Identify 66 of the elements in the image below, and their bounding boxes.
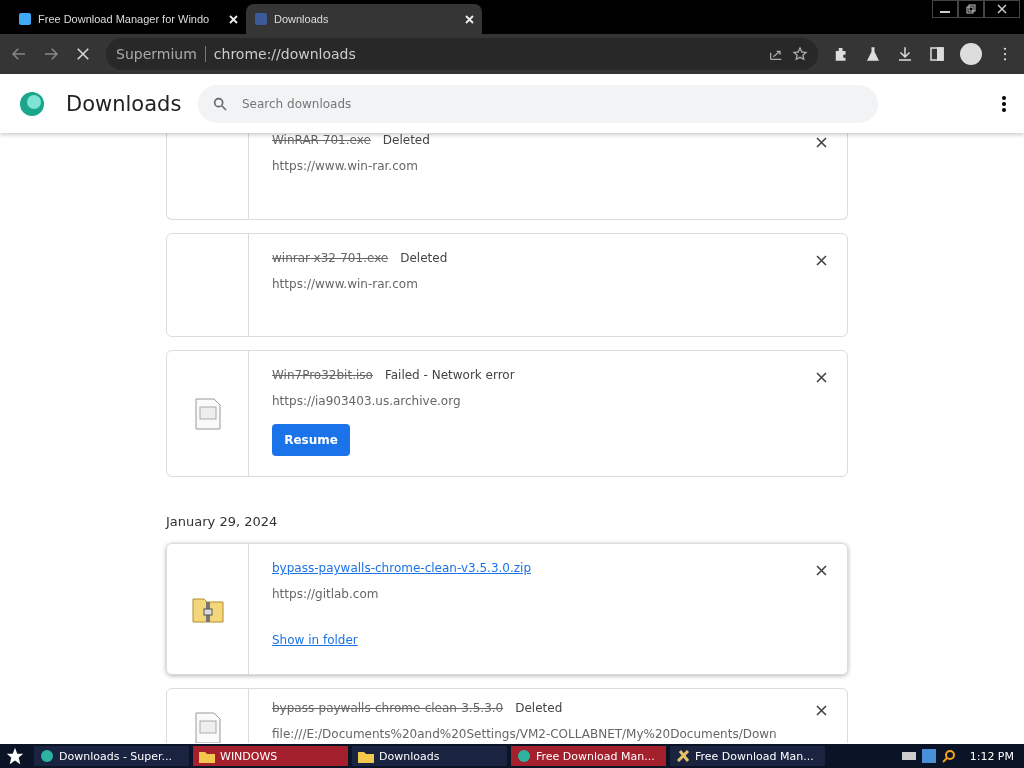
taskbar-label: Free Download Man... <box>536 749 655 763</box>
file-name: bypass-paywalls-chrome-clean-3.5.3.0 <box>272 701 504 715</box>
zip-folder-icon <box>191 595 224 623</box>
close-icon[interactable] <box>816 705 827 716</box>
network-icon[interactable] <box>921 749 936 763</box>
taskbar-item[interactable]: Free Download Man... <box>511 746 666 766</box>
browser-tab[interactable]: Free Download Manager for Windo <box>10 4 246 34</box>
download-status: Deleted <box>382 133 430 147</box>
logo-icon <box>18 89 46 118</box>
source-url: file:///E:/Documents%20and%20Settings/VM2-COLLABNET/My%20Documents/Down <box>272 727 778 741</box>
taskbar-label: Downloads - Super... <box>59 749 173 763</box>
download-status: Deleted <box>515 701 563 715</box>
date-heading: January 29, 2024 <box>166 513 279 531</box>
folder-icon <box>358 749 374 763</box>
search-field[interactable]: Search downloads <box>198 84 878 123</box>
close-icon[interactable] <box>816 372 827 383</box>
browser-icon <box>40 749 54 763</box>
keyboard-icon[interactable] <box>901 752 916 760</box>
download-status: Failed - Network error <box>384 368 515 382</box>
file-name[interactable]: bypass-paywalls-chrome-clean-v3.5.3.0.zip <box>272 561 532 575</box>
file-name: WinRAR-701.exe <box>272 133 371 147</box>
file-icon <box>194 397 221 430</box>
tab-favicon-icon <box>254 12 268 26</box>
tab-favicon-icon <box>18 12 32 26</box>
close-icon[interactable] <box>816 137 827 148</box>
taskbar-label: Downloads <box>379 749 440 763</box>
url-text: chrome://downloads <box>213 46 357 62</box>
more-options-icon[interactable] <box>1002 95 1006 112</box>
source-url: https://ia903403.us.archive.org <box>272 394 462 408</box>
source-url: https://www.win-rar.com <box>272 277 419 291</box>
search-icon[interactable] <box>941 749 956 763</box>
taskbar-item[interactable]: Free Download Man... <box>670 746 825 766</box>
source-url: https://www.win-rar.com <box>272 159 419 173</box>
tab-title: Free Download Manager for Windo <box>38 13 211 25</box>
tool-icon <box>676 749 690 763</box>
taskbar-label: Free Download Man... <box>695 749 814 763</box>
taskbar-item[interactable]: Downloads - Super... <box>34 746 189 766</box>
folder-icon <box>199 749 215 763</box>
taskbar-item[interactable]: WINDOWS <box>193 746 348 766</box>
download-status: Deleted <box>400 251 448 265</box>
stop-icon[interactable] <box>74 45 92 63</box>
clock: 1:12 PM <box>969 749 1014 763</box>
taskbar-item[interactable]: Downloads <box>352 746 507 766</box>
show-in-folder-link[interactable]: Show in folder <box>272 633 358 647</box>
browser-name: Supermium <box>116 46 197 62</box>
file-name: Win7Pro32bit.iso <box>272 368 373 382</box>
profile-avatar[interactable] <box>960 43 982 65</box>
tab-title: Downloads <box>274 13 330 25</box>
forward-icon[interactable] <box>42 45 60 63</box>
star-icon[interactable] <box>792 46 808 62</box>
file-name: winrar-x32-701.exe <box>272 251 389 265</box>
flask-icon[interactable] <box>864 45 882 63</box>
back-icon[interactable] <box>10 45 28 63</box>
browser-tab[interactable]: Downloads <box>246 4 482 34</box>
start-icon[interactable] <box>6 747 24 765</box>
resume-button[interactable]: Resume <box>272 424 350 456</box>
search-icon <box>212 95 228 112</box>
taskbar-label: WINDOWS <box>220 749 278 763</box>
close-icon[interactable] <box>816 565 827 576</box>
restore-icon[interactable] <box>966 4 976 14</box>
address-bar[interactable]: Supermium chrome://downloads <box>106 38 818 70</box>
close-icon[interactable] <box>816 255 827 266</box>
side-panel-icon[interactable] <box>928 45 946 63</box>
download-icon[interactable] <box>896 45 914 63</box>
browser-icon <box>517 749 531 763</box>
source-url: https://gitlab.com <box>272 587 380 601</box>
